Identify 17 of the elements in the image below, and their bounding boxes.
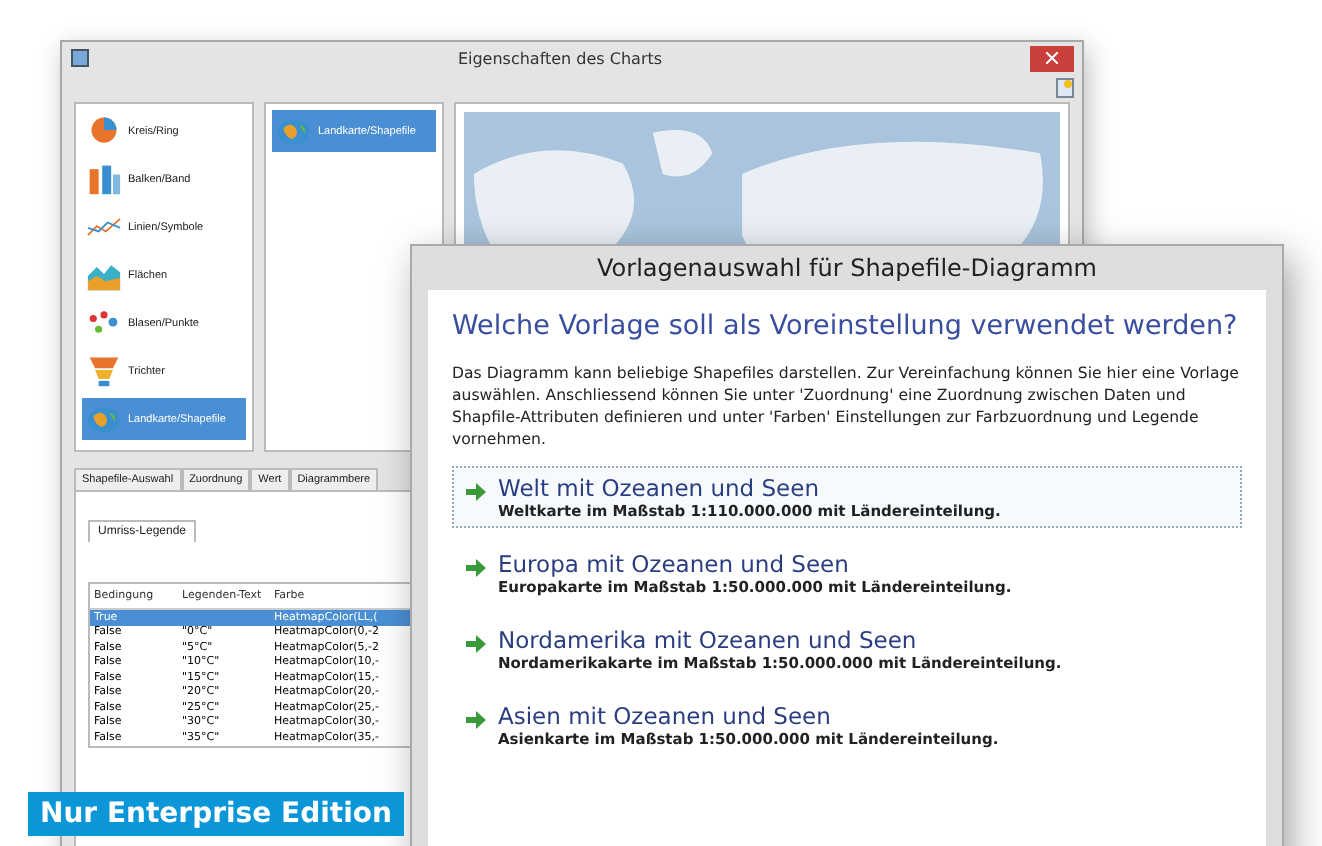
dialog-title: Vorlagenauswahl für Shapefile-Diagramm bbox=[595, 252, 1099, 286]
chart-type-icon bbox=[86, 114, 122, 148]
chart-type-icon bbox=[86, 162, 122, 196]
window-title: Eigenschaften des Charts bbox=[455, 49, 665, 67]
arrow-icon bbox=[466, 558, 486, 578]
arrow-icon bbox=[466, 482, 486, 502]
app-icon bbox=[70, 48, 90, 68]
arrow-icon bbox=[466, 710, 486, 730]
arrow-icon bbox=[466, 634, 486, 654]
close-button[interactable] bbox=[1030, 45, 1074, 71]
chart-type-icon bbox=[86, 354, 122, 388]
globe-icon bbox=[276, 114, 312, 148]
close-icon bbox=[1046, 52, 1058, 64]
dialog-heading: Welche Vorlage soll als Voreinstellung verwendet werden? bbox=[452, 310, 1240, 342]
chart-type-icon bbox=[86, 402, 122, 436]
edition-badge: Nur Enterprise Edition bbox=[28, 792, 404, 836]
document-icon[interactable] bbox=[1056, 78, 1074, 98]
